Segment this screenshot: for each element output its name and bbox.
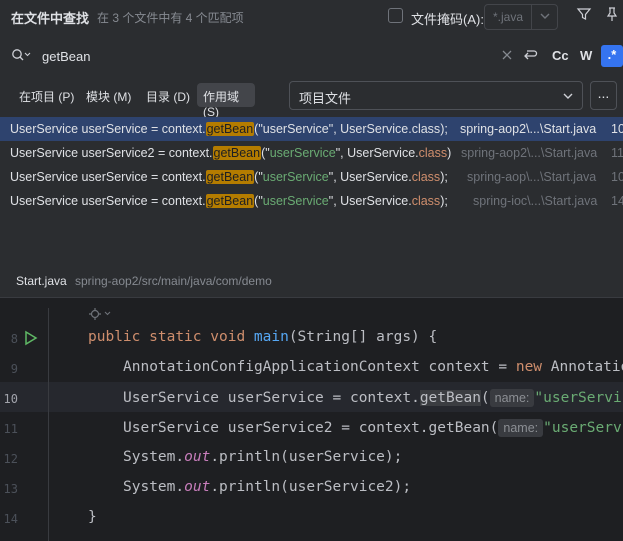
file-mask-value: *.java xyxy=(493,10,524,24)
result-row[interactable]: UserService userService = context.getBea… xyxy=(0,165,623,189)
indent-guide xyxy=(48,308,49,541)
match-highlight: getBean xyxy=(205,170,255,184)
more-options-button[interactable]: ... xyxy=(590,81,617,110)
code-line-9: AnnotationConfigApplicationContext conte… xyxy=(123,359,623,375)
code-line-11: UserService userService2 = context.getBe… xyxy=(123,419,623,437)
line-number: 10 xyxy=(3,392,18,406)
result-path: spring-aop2\...\Start.java xyxy=(461,146,598,160)
scope-select[interactable]: 项目文件 xyxy=(289,81,583,110)
scope-scope-tab[interactable]: 作用域(S) xyxy=(197,83,255,119)
search-icon[interactable] xyxy=(11,48,31,65)
regex-toggle-button[interactable]: .* xyxy=(601,45,623,67)
param-hint: name: xyxy=(489,389,535,407)
scope-select-value: 项目文件 xyxy=(299,91,352,106)
line-number: 11 xyxy=(3,422,18,436)
code-line-8: public static void main(String[] args) { xyxy=(88,329,438,345)
result-path: spring-ioc\...\Start.java xyxy=(473,194,598,208)
match-highlight: getBean xyxy=(212,146,262,160)
result-line-number: 11 xyxy=(611,146,623,160)
file-mask-combo[interactable]: *.java xyxy=(484,4,558,30)
match-highlight: getBean xyxy=(205,122,255,136)
result-row[interactable]: UserService userService = context.getBea… xyxy=(0,117,623,141)
results-list: UserService userService = context.getBea… xyxy=(0,117,623,267)
chevron-down-icon xyxy=(560,88,576,107)
code-line-10: UserService userService = context.getBea… xyxy=(123,389,623,407)
scope-directory-tab[interactable]: 目录 (D) xyxy=(146,88,190,105)
code-preview[interactable]: 8 public static void main(String[] args)… xyxy=(0,298,623,541)
match-case-button[interactable]: Cc xyxy=(552,48,569,63)
result-line-number: 14 xyxy=(611,194,623,208)
line-number: 8 xyxy=(10,332,18,346)
file-mask-checkbox[interactable] xyxy=(388,8,403,23)
inlay-settings-icon[interactable] xyxy=(88,306,114,325)
pin-icon[interactable] xyxy=(604,6,620,25)
code-line-14: } xyxy=(88,509,97,525)
result-row[interactable]: UserService userService2 = context.getBe… xyxy=(0,141,623,165)
whole-words-button[interactable]: W xyxy=(580,48,592,63)
scope-module-tab[interactable]: 模块 (M) xyxy=(86,88,131,105)
param-hint: name: xyxy=(498,419,544,437)
code-line-13: System.out.println(userService2); xyxy=(123,479,412,495)
line-number: 12 xyxy=(3,452,18,466)
result-line-number: 10 xyxy=(611,122,623,136)
result-row[interactable]: UserService userService = context.getBea… xyxy=(0,189,623,213)
match-count-info: 在 3 个文件中有 4 个匹配项 xyxy=(97,11,244,25)
run-icon[interactable] xyxy=(24,330,38,349)
result-path: spring-aop\...\Start.java xyxy=(467,170,597,184)
file-mask-label: 文件掩码(A): xyxy=(411,12,484,27)
filter-icon[interactable] xyxy=(576,6,592,25)
scope-project-tab[interactable]: 在项目 (P) xyxy=(19,88,74,105)
line-number: 13 xyxy=(3,482,18,496)
preview-file-path: spring-aop2/src/main/java/com/demo xyxy=(75,274,272,288)
result-path: spring-aop2\...\Start.java xyxy=(460,122,597,136)
code-line-12: System.out.println(userService); xyxy=(123,449,403,465)
line-number: 14 xyxy=(3,512,18,526)
dialog-title: 在文件中查找 xyxy=(11,11,90,26)
preview-file-name: Start.java xyxy=(16,274,67,288)
result-line-number: 10 xyxy=(611,170,623,184)
line-number: 9 xyxy=(10,362,18,376)
search-input[interactable] xyxy=(42,46,482,66)
close-icon[interactable] xyxy=(501,49,513,64)
match-highlight: getBean xyxy=(205,194,255,208)
chevron-down-icon[interactable] xyxy=(537,8,553,27)
replace-icon[interactable] xyxy=(522,47,538,66)
